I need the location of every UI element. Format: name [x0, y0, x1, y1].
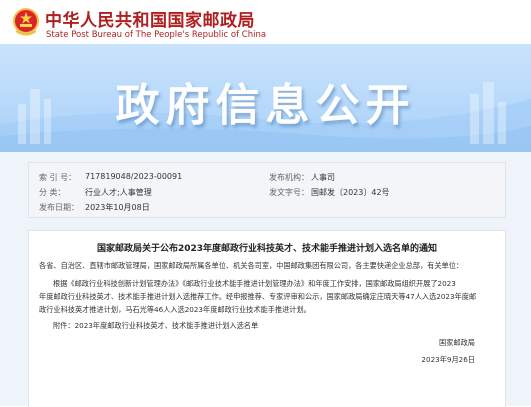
document-meta: 索 引 号： 717819048/2023-00091 发布机构： 人事司 分 …: [28, 162, 506, 218]
page-banner: 政府信息公开: [0, 44, 531, 152]
article-paragraph-line-3: 政行业科技英才推进计划，马石光等46人入选2023年度邮政行业技术能手推进计划。: [39, 305, 311, 314]
index-value: 717819048/2023-00091: [85, 172, 183, 181]
category-label: 分 类：: [39, 188, 66, 197]
meta-row-3: 发布日期： 2023年10月08日: [39, 202, 499, 214]
banner-title: 政府信息公开: [115, 80, 416, 131]
docno-value: 国邮发〔2023〕42号: [311, 188, 390, 197]
article-paragraph-line-1: 根据《邮政行业科技创新计划管理办法》《邮政行业技术能手推进计划管理办法》和年度工…: [53, 279, 456, 288]
category-value: 行业人才;人事管理: [85, 188, 152, 197]
article-paragraph-line-2: 年度邮政行业科技英才、技术能手推进计划入选推荐工作。经申报推荐、专家评审和公示，…: [39, 292, 477, 301]
date-value: 2023年10月08日: [85, 203, 150, 212]
article-signature: 国家邮政局: [439, 338, 475, 347]
article-body: 国家邮政局关于公布2023年度邮政行业科技英才、技术能手推进计划入选名单的通知 …: [28, 230, 506, 407]
agency-value: 人事司: [311, 173, 335, 182]
article-title: 国家邮政局关于公布2023年度邮政行业科技英才、技术能手推进计划入选名单的通知: [96, 244, 438, 254]
index-label: 索 引 号：: [39, 173, 77, 182]
meta-row-1: 索 引 号： 717819048/2023-00091 发布机构： 人事司: [39, 172, 499, 184]
attachment-link[interactable]: 附件：2023年度邮政行业科技英才、技术能手推进计划入选名单: [53, 319, 258, 332]
date-label: 发布日期：: [39, 203, 79, 212]
meta-row-2: 分 类： 行业人才;人事管理 发文字号： 国邮发〔2023〕42号: [39, 187, 499, 199]
docno-label: 发文字号：: [269, 188, 309, 197]
site-title[interactable]: 中华人民共和国国家邮政局: [45, 6, 255, 31]
article-sign-date: 2023年9月26日: [421, 355, 475, 364]
national-emblem-icon: [13, 8, 39, 36]
article-recipients: 各省、自治区、直辖市邮政管理局，国家邮政局所属各单位、机关各司室，中国邮政集团有…: [39, 261, 464, 270]
site-subtitle: State Post Bureau of The People's Republ…: [46, 30, 267, 40]
agency-label: 发布机构：: [269, 173, 309, 182]
